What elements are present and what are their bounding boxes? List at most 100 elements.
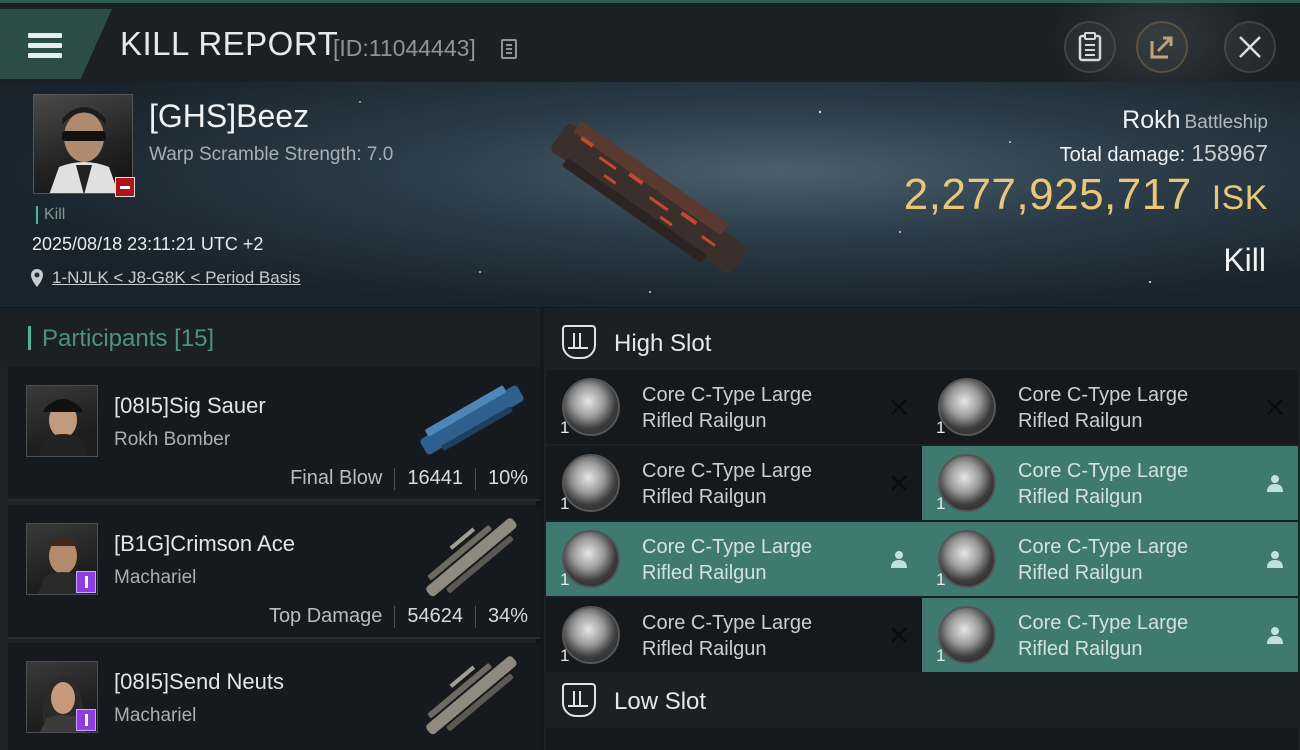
module-tile[interactable]: 1 Core C-Type Large Rifled Railgun — [546, 598, 922, 672]
victim-ship-type: Rokh Battleship — [1122, 106, 1268, 135]
victim-ship-image — [551, 121, 747, 274]
high-slot-header: High Slot — [544, 312, 1300, 370]
module-tile[interactable]: 1 Core C-Type Large Rifled Railgun — [922, 446, 1298, 520]
kill-tag: Kill — [36, 206, 65, 224]
railgun-icon — [938, 530, 996, 588]
module-quantity: 1 — [560, 418, 570, 437]
destroyed-x-icon — [891, 627, 907, 643]
participant-percent: 34% — [487, 605, 528, 627]
railgun-icon — [938, 378, 996, 436]
module-tile[interactable]: 1 Core C-Type Large Rifled Railgun — [546, 522, 922, 596]
module-name-line1: Core C-Type Large — [1018, 612, 1189, 634]
dropped-person-icon — [1267, 475, 1283, 492]
module-name: Core C-Type Large Rifled Railgun — [642, 382, 882, 434]
low-slot-header: Low Slot — [544, 670, 1300, 728]
clipboard-icon — [1078, 32, 1102, 62]
module-name-line2: Rifled Railgun — [642, 410, 767, 432]
module-tile[interactable]: 1 Core C-Type Large Rifled Railgun — [546, 370, 922, 444]
participant-stats: Final Blow 16441 10% — [290, 467, 528, 490]
dropped-person-icon — [891, 551, 907, 568]
participants-count: [15] — [174, 325, 215, 352]
copy-icon[interactable] — [501, 39, 517, 59]
module-name: Core C-Type Large Rifled Railgun — [642, 610, 882, 662]
module-name-line1: Core C-Type Large — [642, 460, 813, 482]
module-quantity: 1 — [560, 494, 570, 513]
isk-unit: ISK — [1211, 179, 1268, 217]
destroyed-x-icon — [891, 475, 907, 491]
participants-panel: Participants [15] [08I5]Sig Sauer Rokh B… — [0, 308, 540, 750]
participant-stats: Top Damage 54624 34% — [269, 605, 528, 628]
share-icon — [1150, 36, 1173, 59]
module-name-line1: Core C-Type Large — [642, 384, 813, 406]
participant-percent: 10% — [487, 467, 528, 489]
low-slot-module[interactable] — [922, 728, 1298, 750]
railgun-icon — [562, 606, 620, 664]
railgun-icon — [938, 454, 996, 512]
menu-button[interactable] — [0, 9, 112, 79]
destroyed-x-icon — [891, 399, 907, 415]
destroyed-x-icon — [1267, 399, 1283, 415]
divider — [394, 467, 396, 490]
participant-name[interactable]: [B1G]Crimson Ace — [114, 531, 295, 557]
participant-ship: Machariel — [114, 567, 197, 588]
module-name-line2: Rifled Railgun — [1018, 638, 1143, 660]
module-name: Core C-Type Large Rifled Railgun — [642, 534, 882, 586]
module-name: Core C-Type Large Rifled Railgun — [1018, 382, 1258, 434]
fitting-panel: High Slot 1 Core C-Type Large Rifled Railg… — [544, 308, 1300, 750]
participant-role: Final Blow — [290, 467, 383, 489]
close-icon — [1239, 36, 1261, 58]
module-name-line2: Rifled Railgun — [642, 486, 767, 508]
module-quantity: 1 — [560, 570, 570, 589]
railgun-icon — [562, 454, 620, 512]
railgun-icon — [562, 378, 620, 436]
report-id: [ID:11044443] — [333, 35, 476, 61]
location-link[interactable]: 1-NJLK < J8-G8K < Period Basis — [52, 268, 301, 288]
header-accent-bar — [28, 326, 31, 350]
warp-scramble-strength: Warp Scramble Strength: 7.0 — [149, 144, 394, 165]
close-button[interactable] — [1224, 21, 1276, 73]
module-name: Core C-Type Large Rifled Railgun — [1018, 534, 1258, 586]
module-name-line1: Core C-Type Large — [642, 612, 813, 634]
victim-name[interactable]: [GHS]Beez — [149, 98, 309, 135]
low-slot-icon — [562, 683, 596, 717]
module-name-line2: Rifled Railgun — [1018, 562, 1143, 584]
participant-avatar[interactable] — [26, 385, 98, 457]
top-bar: KILL REPORT [ID:11044443] — [0, 0, 1300, 82]
participant-name[interactable]: [08I5]Sig Sauer — [114, 393, 266, 419]
module-tile[interactable]: 1 Core C-Type Large Rifled Railgun — [922, 598, 1298, 672]
divider — [474, 467, 476, 490]
participant-row[interactable]: [B1G]Crimson Ace Machariel Top Damage 54… — [8, 505, 540, 639]
low-slot-module[interactable] — [546, 728, 922, 750]
high-slot-title: High Slot — [614, 330, 712, 357]
participant-ship-image — [426, 656, 517, 735]
hamburger-icon — [28, 33, 62, 63]
total-damage-value: 158967 — [1191, 140, 1268, 166]
total-damage-label: Total damage: — [1059, 144, 1186, 166]
module-quantity: 1 — [560, 646, 570, 665]
divider — [474, 605, 476, 628]
participant-ship-image — [420, 385, 524, 455]
corp-badge-icon — [76, 709, 96, 731]
module-name: Core C-Type Large Rifled Railgun — [1018, 458, 1258, 510]
module-name-line1: Core C-Type Large — [1018, 460, 1189, 482]
ship-name: Rokh — [1122, 106, 1181, 134]
share-button[interactable] — [1136, 21, 1188, 73]
participant-name[interactable]: [08I5]Send Neuts — [114, 669, 284, 695]
participant-ship: Machariel — [114, 705, 197, 726]
low-slot-title: Low Slot — [614, 688, 707, 715]
corp-badge-icon — [76, 571, 96, 593]
module-tile[interactable]: 1 Core C-Type Large Rifled Railgun — [546, 446, 922, 520]
hostile-badge-icon — [115, 177, 135, 197]
high-slot-icon — [562, 325, 596, 359]
kill-location[interactable]: 1-NJLK < J8-G8K < Period Basis — [30, 268, 301, 288]
clipboard-button[interactable] — [1064, 21, 1116, 73]
dropped-person-icon — [1267, 551, 1283, 568]
participant-row[interactable]: [08I5]Send Neuts Machariel — [8, 643, 540, 750]
participants-title: Participants [15] — [42, 325, 215, 352]
participant-row[interactable]: [08I5]Sig Sauer Rokh Bomber Final Blow 1… — [8, 367, 540, 501]
module-tile[interactable]: 1 Core C-Type Large Rifled Railgun — [922, 522, 1298, 596]
page-title: KILL REPORT — [120, 25, 339, 62]
result-label: Kill — [1223, 242, 1266, 278]
kill-summary: [GHS]Beez Warp Scramble Strength: 7.0 Ki… — [0, 82, 1300, 307]
module-tile[interactable]: 1 Core C-Type Large Rifled Railgun — [922, 370, 1298, 444]
